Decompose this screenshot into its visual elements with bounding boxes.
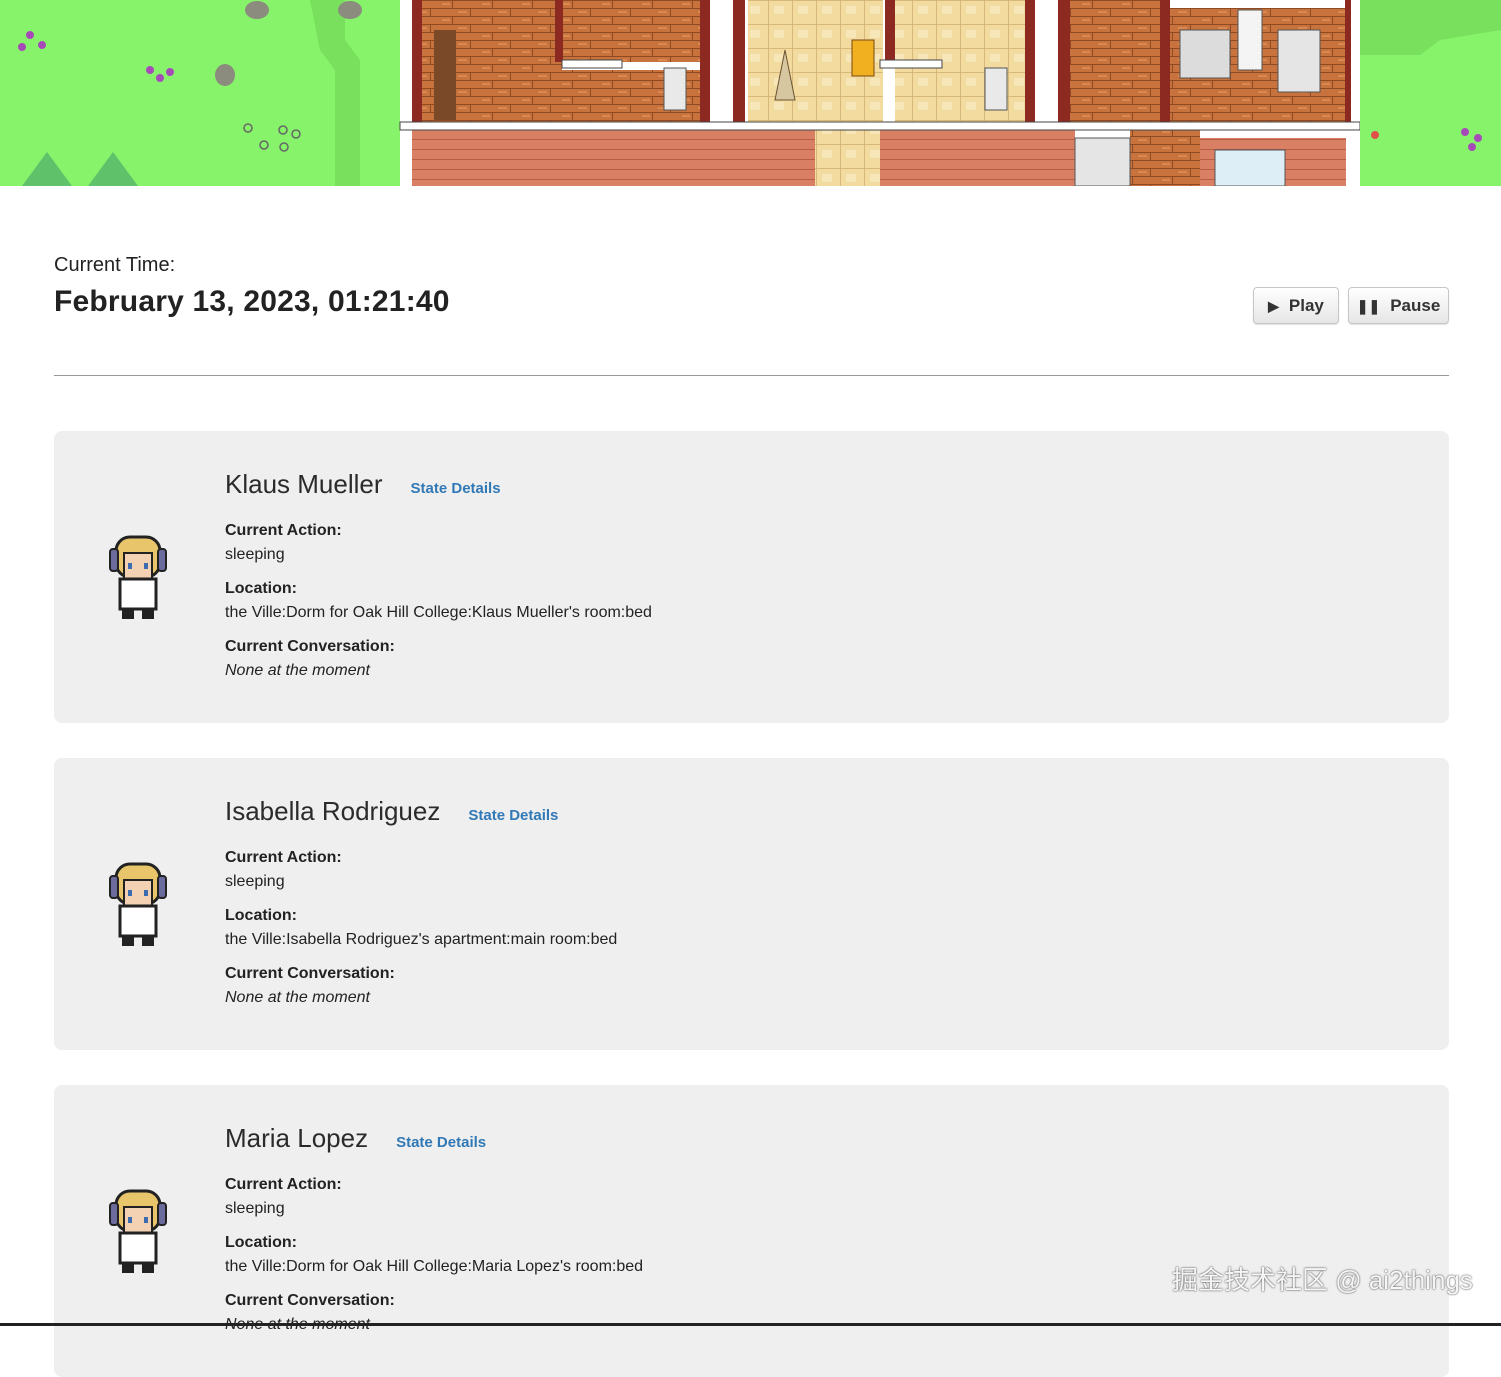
current-conversation-label: Current Conversation: [225,1292,395,1309]
current-action-field: Current Action: sleeping [225,848,342,892]
current-action-field: Current Action: sleeping [225,521,342,565]
state-details-link[interactable]: State Details [396,1134,486,1151]
current-action-field: Current Action: sleeping [225,1175,342,1219]
current-conversation-label: Current Conversation: [225,638,395,655]
current-action-label: Current Action: [225,1176,342,1193]
current-conversation-field: Current Conversation: None at the moment [225,637,395,681]
location-field: Location: the Ville:Isabella Rodriguez's… [225,906,617,950]
location-label: Location: [225,580,297,597]
location-value: the Ville:Isabella Rodriguez's apartment… [225,931,618,948]
pause-button-label: Pause [1390,295,1441,315]
current-time-label: Current Time: [54,254,176,276]
current-conversation-field: Current Conversation: None at the moment [225,964,395,1008]
persona-card: Klaus Mueller State Details Current Acti… [54,431,1449,723]
current-conversation-label: Current Conversation: [225,965,395,982]
pause-icon: ❚❚ [1356,297,1381,314]
watermark: 掘金技术社区 @ ai2things [1172,1265,1473,1295]
persona-avatar [109,535,167,619]
state-details-link[interactable]: State Details [411,480,501,497]
header-divider [54,375,1449,376]
map-canvas [0,0,1501,186]
current-action-label: Current Action: [225,849,342,866]
persona-card: Isabella Rodriguez State Details Current… [54,758,1449,1050]
location-field: Location: the Ville:Dorm for Oak Hill Co… [225,579,652,623]
current-conversation-value: None at the moment [225,989,370,1006]
current-action-value: sleeping [225,873,285,890]
persona-name: Klaus Mueller [225,469,383,499]
state-details-link[interactable]: State Details [468,807,558,824]
current-action-value: sleeping [225,1200,285,1217]
location-value: the Ville:Dorm for Oak Hill College:Klau… [225,604,652,621]
current-action-label: Current Action: [225,522,342,539]
current-conversation-field: Current Conversation: None at the moment [225,1291,395,1335]
location-value: the Ville:Dorm for Oak Hill College:Mari… [225,1258,644,1275]
pause-button[interactable]: ❚❚ Pause [1348,287,1449,324]
location-label: Location: [225,1234,297,1251]
current-time-value: February 13, 2023, 01:21:40 [54,285,450,318]
persona-name: Isabella Rodriguez [225,796,441,826]
persona-name: Maria Lopez [225,1123,369,1153]
location-label: Location: [225,907,297,924]
play-button[interactable]: ▶ Play [1253,287,1339,324]
persona-avatar [109,1189,167,1273]
game-map[interactable] [0,0,1501,186]
play-icon: ▶ [1268,297,1279,314]
play-button-label: Play [1288,295,1324,315]
persona-avatar [109,862,167,946]
location-field: Location: the Ville:Dorm for Oak Hill Co… [225,1233,643,1277]
current-conversation-value: None at the moment [225,662,370,679]
current-action-value: sleeping [225,546,285,563]
persona-card: Maria Lopez State Details Current Action… [54,1085,1449,1377]
